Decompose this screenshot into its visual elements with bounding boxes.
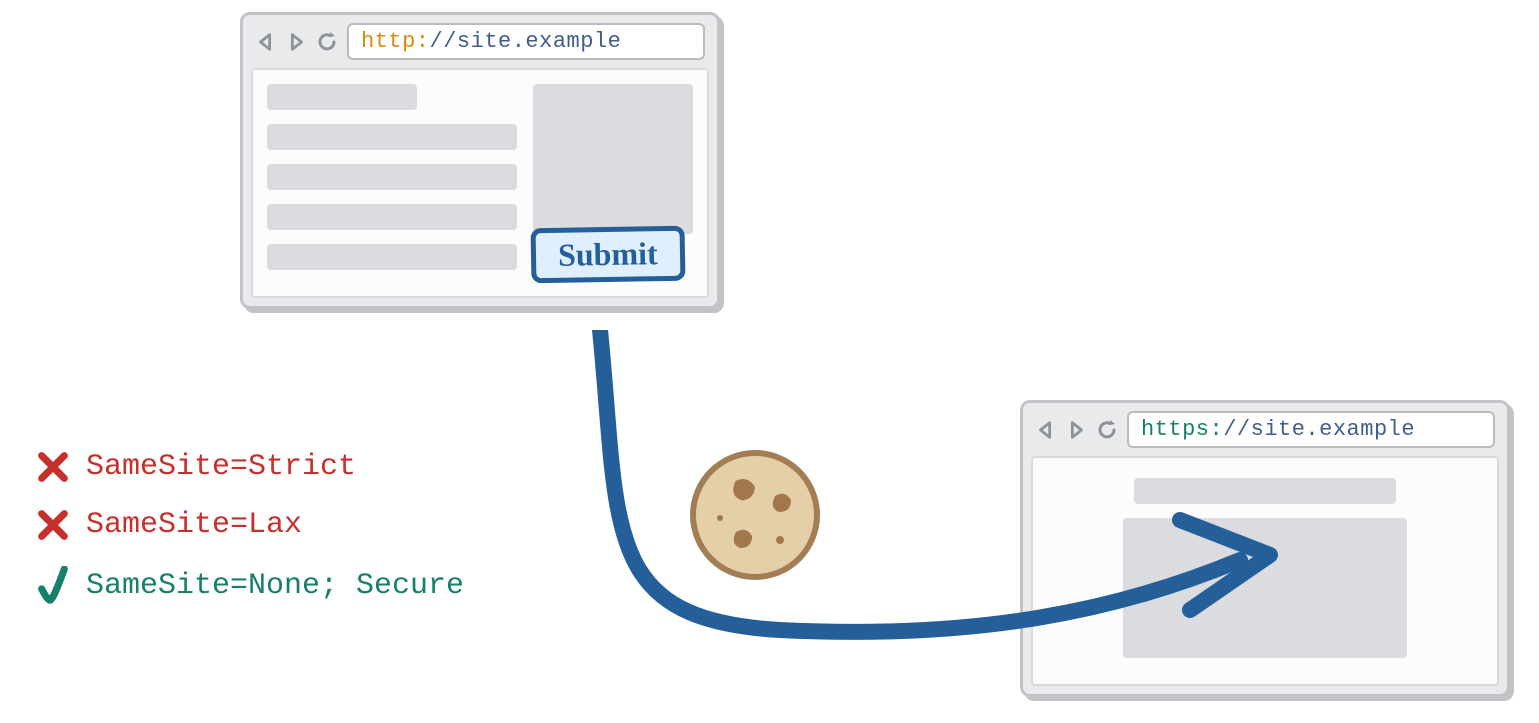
url-bar-target: https://site.example	[1127, 411, 1495, 448]
placeholder-image	[1123, 518, 1406, 658]
reload-icon	[1095, 418, 1119, 442]
rule-label: SameSite=Strict	[86, 450, 356, 484]
placeholder-line	[267, 164, 517, 190]
placeholder-image	[533, 84, 693, 234]
rule-label: SameSite=Lax	[86, 508, 302, 542]
samesite-rules-list: SameSite=Strict SameSite=Lax SameSite=No…	[34, 450, 464, 606]
cross-icon	[34, 450, 72, 484]
placeholder-line	[267, 124, 517, 150]
rule-strict: SameSite=Strict	[34, 450, 464, 484]
browser-source-body: Submit	[251, 68, 709, 298]
url-protocol: http:	[361, 29, 430, 54]
url-rest: //site.example	[1223, 417, 1415, 442]
browser-source-toolbar: http://site.example	[243, 15, 717, 68]
url-protocol: https:	[1141, 417, 1223, 442]
cookie-icon	[680, 440, 830, 590]
placeholder-line	[267, 204, 517, 230]
forward-icon	[1065, 419, 1087, 441]
cross-icon	[34, 508, 72, 542]
submit-button[interactable]: Submit	[531, 226, 686, 284]
back-icon	[1035, 419, 1057, 441]
browser-source: http://site.example Submit	[240, 12, 720, 309]
rule-label: SameSite=None; Secure	[86, 569, 464, 603]
reload-icon	[315, 30, 339, 54]
content-placeholder	[1047, 472, 1483, 658]
rule-none-secure: SameSite=None; Secure	[34, 566, 464, 606]
rule-lax: SameSite=Lax	[34, 508, 464, 542]
url-rest: //site.example	[430, 29, 622, 54]
browser-target-body	[1031, 456, 1499, 686]
browser-target-toolbar: https://site.example	[1023, 403, 1507, 456]
placeholder-title	[1134, 478, 1396, 504]
placeholder-line	[267, 244, 517, 270]
check-icon	[34, 566, 72, 606]
url-bar-source: http://site.example	[347, 23, 705, 60]
forward-icon	[285, 31, 307, 53]
placeholder-line	[267, 84, 417, 110]
back-icon	[255, 31, 277, 53]
browser-target: https://site.example	[1020, 400, 1510, 697]
